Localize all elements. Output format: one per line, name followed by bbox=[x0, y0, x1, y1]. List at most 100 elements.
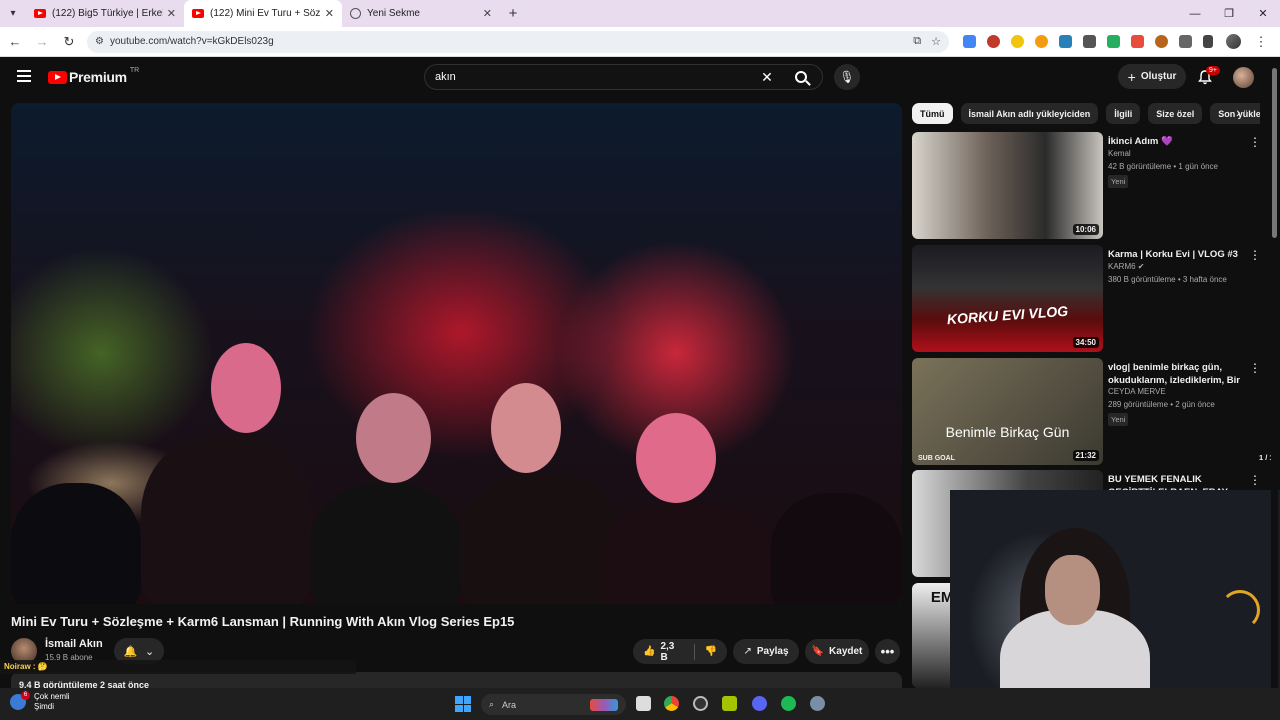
youtube-favicon-icon bbox=[192, 9, 204, 18]
install-app-icon[interactable]: ⧉ bbox=[913, 35, 921, 48]
youtube-favicon-icon bbox=[34, 9, 46, 18]
page-scrollbar[interactable] bbox=[1271, 60, 1278, 720]
recommendation-title[interactable]: vlog| benimle birkaç gün, okuduklarım, i… bbox=[1108, 361, 1243, 387]
extension-icon[interactable] bbox=[1130, 35, 1144, 48]
weather-widget[interactable]: 6 Çok nemli Şimdi bbox=[10, 691, 70, 712]
chevron-right-icon[interactable]: › bbox=[1236, 104, 1241, 120]
site-info-icon[interactable]: ⚙ bbox=[95, 36, 104, 47]
scrollbar-thumb[interactable] bbox=[1272, 68, 1277, 238]
search-box[interactable]: akın ✕ bbox=[424, 64, 823, 90]
recommendation-channel[interactable]: CEYDA MERVE bbox=[1108, 387, 1166, 396]
task-view-icon[interactable] bbox=[636, 696, 651, 711]
recommendation-item[interactable]: Benimle Birkaç Gün SUB GOAL 21:32 vlog| … bbox=[912, 358, 1267, 468]
extension-icon[interactable] bbox=[1010, 35, 1024, 48]
browser-toolbar: ← → ↻ ⚙ youtube.com/watch?v=kGkDEls023g … bbox=[0, 27, 1280, 57]
close-tab-icon[interactable]: ✕ bbox=[167, 7, 176, 20]
video-frame-figure bbox=[11, 483, 141, 604]
recommendation-channel[interactable]: KARM6 ✔ bbox=[1108, 262, 1145, 271]
search-input[interactable]: akın bbox=[425, 71, 754, 83]
dislike-button[interactable]: 👎 bbox=[695, 639, 727, 664]
video-thumbnail[interactable]: 10:06 bbox=[912, 132, 1103, 239]
close-window-icon[interactable]: ✕ bbox=[1246, 0, 1280, 27]
weather-icon: 6 bbox=[10, 691, 30, 710]
spotify-icon[interactable] bbox=[781, 696, 796, 711]
recommendation-item[interactable]: 10:06 İkinci Adım 💜 Kemal 42 B görüntüle… bbox=[912, 132, 1267, 242]
browser-menu-icon[interactable]: ⋮ bbox=[1249, 34, 1273, 50]
recommendation-title[interactable]: Karma | Korku Evi | VLOG #3 bbox=[1108, 248, 1243, 261]
extension-icon[interactable] bbox=[1082, 35, 1096, 48]
video-player[interactable] bbox=[11, 103, 902, 604]
video-thumbnail[interactable]: KORKU EVI VLOG 34:50 bbox=[912, 245, 1103, 352]
chevron-down-icon: ⌄ bbox=[145, 645, 155, 658]
restore-icon[interactable]: ❐ bbox=[1212, 0, 1246, 27]
search-button[interactable] bbox=[780, 65, 822, 89]
app-icon[interactable] bbox=[693, 696, 708, 711]
translate-extension-icon[interactable] bbox=[962, 35, 976, 48]
chip-related[interactable]: İlgili bbox=[1106, 103, 1141, 124]
close-tab-icon[interactable]: ✕ bbox=[483, 7, 492, 20]
profile-avatar-icon[interactable] bbox=[1226, 34, 1241, 49]
video-frame-figure bbox=[601, 503, 771, 604]
widget-text: Çok nemli Şimdi bbox=[34, 692, 70, 712]
reading-list-icon[interactable] bbox=[1202, 35, 1213, 48]
widget-title: Çok nemli bbox=[34, 692, 70, 701]
voice-search-button[interactable]: 🎙 bbox=[834, 64, 860, 90]
extensions-bar: ⋮ bbox=[957, 34, 1273, 50]
browser-tab[interactable]: Yeni Sekme ✕ bbox=[342, 0, 500, 27]
forward-icon[interactable]: → bbox=[30, 34, 54, 49]
bookmark-star-icon[interactable]: ☆ bbox=[931, 35, 941, 48]
browser-tab-active[interactable]: (122) Mini Ev Turu + Sözleşme ✕ bbox=[184, 0, 342, 27]
discord-icon[interactable] bbox=[752, 696, 767, 711]
chip-for-you[interactable]: Size özel bbox=[1148, 103, 1203, 124]
youtube-logo[interactable]: Premium TR bbox=[48, 67, 139, 85]
streamer-webcam-overlay bbox=[950, 490, 1280, 720]
extension-icon[interactable] bbox=[1106, 35, 1120, 48]
app-icon[interactable] bbox=[722, 696, 737, 711]
more-vertical-icon[interactable]: ⋮ bbox=[1249, 135, 1261, 149]
clear-search-icon[interactable]: ✕ bbox=[754, 69, 780, 86]
window-controls: — ❐ ✕ bbox=[1178, 0, 1280, 27]
tab-search-icon[interactable]: ▾ bbox=[0, 0, 26, 27]
extension-icon[interactable] bbox=[986, 35, 1000, 48]
back-icon[interactable]: ← bbox=[3, 34, 27, 49]
video-frame-figure bbox=[211, 343, 281, 433]
video-thumbnail[interactable]: Benimle Birkaç Gün SUB GOAL 21:32 bbox=[912, 358, 1103, 465]
recommendation-title[interactable]: İkinci Adım 💜 bbox=[1108, 135, 1243, 148]
like-dislike-group: 👍 2,3 B 👎 bbox=[633, 639, 727, 664]
share-button[interactable]: ↗ Paylaş bbox=[733, 639, 799, 664]
channel-name[interactable]: İsmail Akın bbox=[45, 638, 103, 650]
ring-light bbox=[1220, 590, 1260, 630]
address-bar[interactable]: ⚙ youtube.com/watch?v=kGkDEls023g ⧉ ☆ bbox=[87, 30, 949, 53]
more-horizontal-icon: ••• bbox=[880, 644, 895, 659]
recommendation-channel[interactable]: Kemal bbox=[1108, 149, 1131, 158]
settings-icon[interactable] bbox=[810, 696, 825, 711]
more-vertical-icon[interactable]: ⋮ bbox=[1249, 248, 1261, 262]
reload-icon[interactable]: ↻ bbox=[57, 34, 81, 50]
account-avatar[interactable] bbox=[1233, 67, 1254, 88]
menu-icon[interactable] bbox=[17, 70, 31, 82]
more-actions-button[interactable]: ••• bbox=[875, 639, 900, 664]
extensions-puzzle-icon[interactable] bbox=[1178, 35, 1192, 48]
close-tab-icon[interactable]: ✕ bbox=[325, 7, 334, 20]
extension-icon[interactable] bbox=[1034, 35, 1048, 48]
more-vertical-icon[interactable]: ⋮ bbox=[1249, 361, 1261, 375]
create-button[interactable]: + Oluştur bbox=[1118, 64, 1186, 89]
extension-icon[interactable] bbox=[1154, 35, 1168, 48]
extension-icon[interactable] bbox=[1058, 35, 1072, 48]
new-tab-button[interactable]: + bbox=[500, 0, 526, 27]
video-frame-figure bbox=[356, 393, 431, 483]
taskbar-search[interactable]: ⌕ Ara bbox=[481, 694, 626, 715]
windows-start-icon[interactable] bbox=[455, 696, 471, 712]
recommendation-item[interactable]: KORKU EVI VLOG 34:50 Karma | Korku Evi |… bbox=[912, 245, 1267, 355]
streamer-figure bbox=[1045, 555, 1100, 625]
chip-all[interactable]: Tümü bbox=[912, 103, 953, 124]
browser-tab[interactable]: (122) Big5 Türkiye | Erkek Hazırlık ✕ bbox=[26, 0, 184, 27]
chrome-icon[interactable] bbox=[664, 696, 679, 711]
filter-chips: Tümü İsmail Akın adlı yükleyiciden İlgil… bbox=[912, 103, 1260, 125]
save-button[interactable]: 🔖 Kaydet bbox=[805, 639, 869, 664]
video-frame-figure bbox=[461, 473, 621, 604]
like-button[interactable]: 👍 2,3 B bbox=[633, 639, 694, 664]
chip-from-uploader[interactable]: İsmail Akın adlı yükleyiciden bbox=[960, 103, 1099, 124]
minimize-icon[interactable]: — bbox=[1178, 0, 1212, 27]
more-vertical-icon[interactable]: ⋮ bbox=[1249, 473, 1261, 487]
